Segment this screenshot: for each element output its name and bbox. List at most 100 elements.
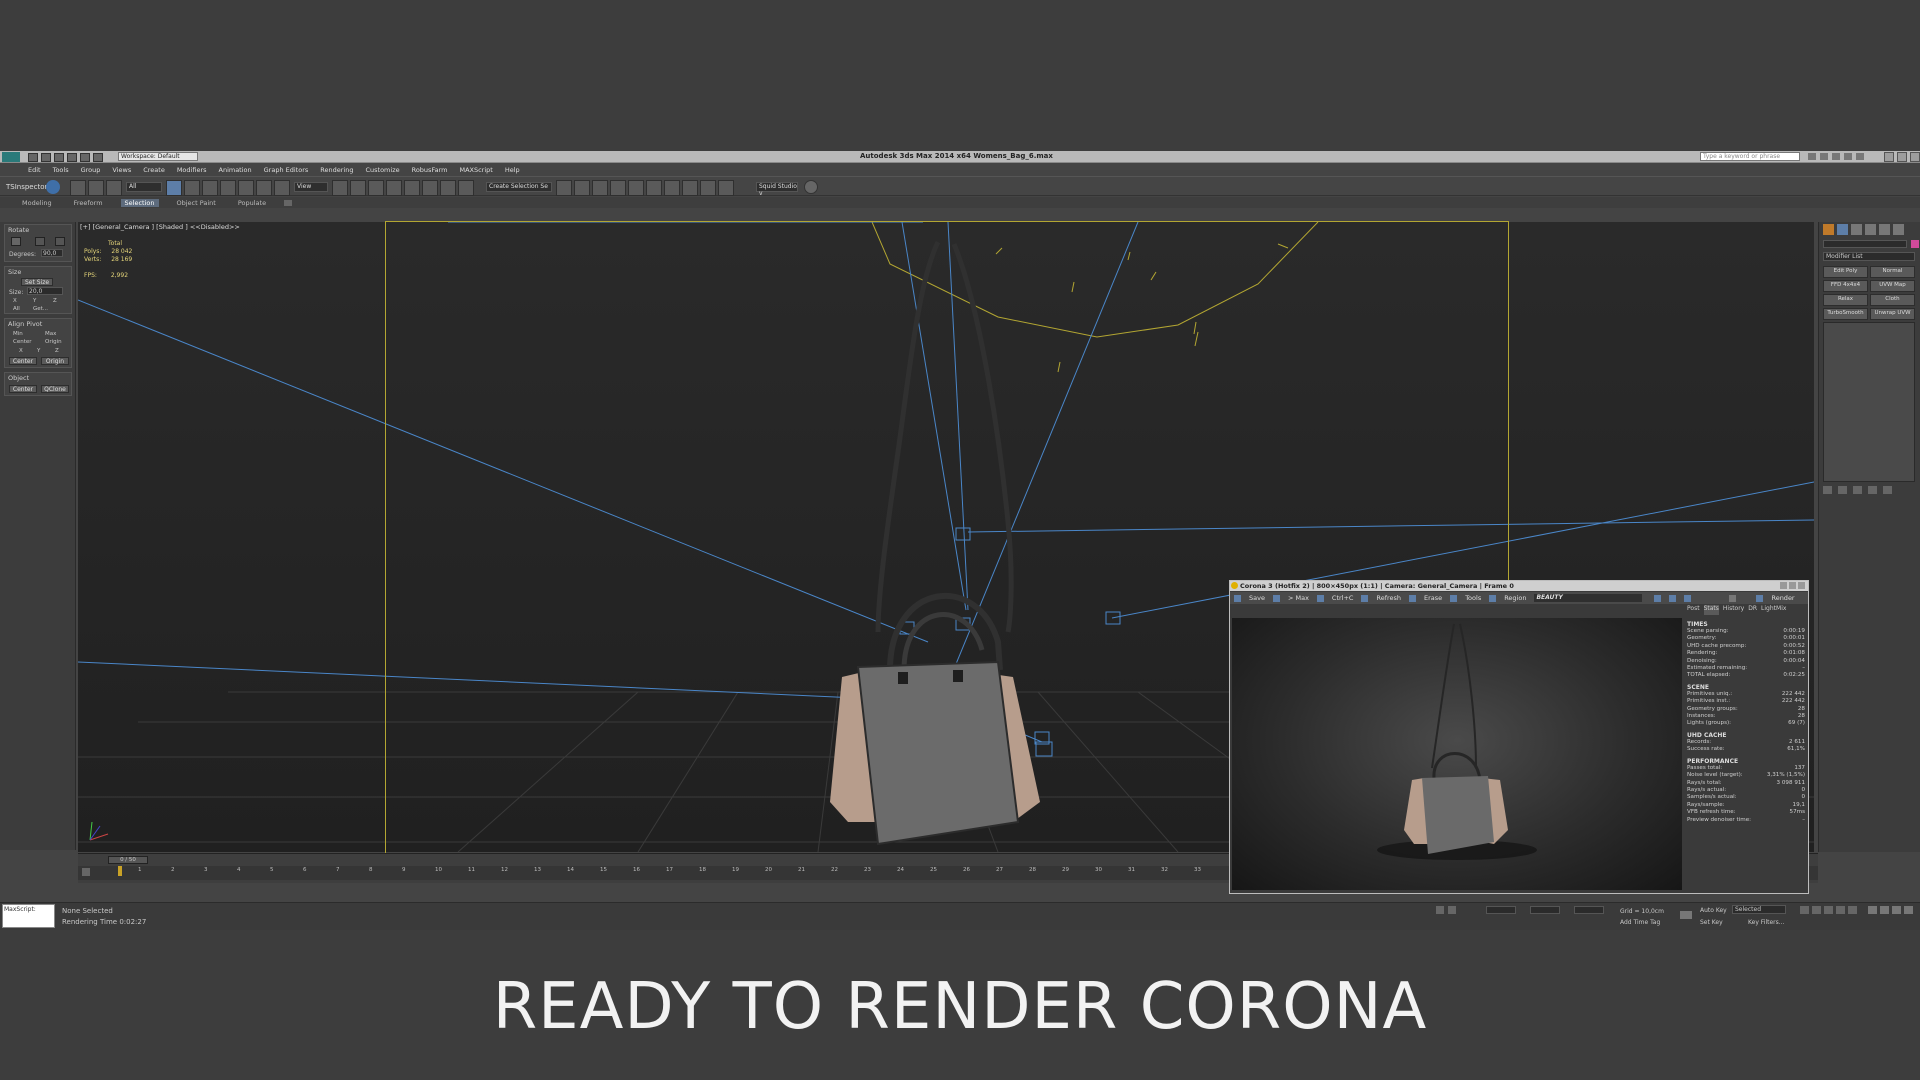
scale-icon[interactable] (274, 180, 290, 196)
pan-icon[interactable] (1892, 906, 1901, 914)
vfb-to-max-button[interactable]: > Max (1288, 594, 1309, 602)
show-end-result-icon[interactable] (1838, 486, 1847, 494)
save-icon[interactable] (54, 153, 64, 162)
maxscript-listener[interactable]: MaxScript: (2, 904, 55, 928)
menu-rendering[interactable]: Rendering (320, 166, 353, 174)
make-unique-icon[interactable] (1853, 486, 1862, 494)
menu-edit[interactable]: Edit (28, 166, 41, 174)
favorites-icon[interactable] (1844, 153, 1852, 160)
configure-modifier-sets-icon[interactable] (1883, 486, 1892, 494)
hierarchy-tab-icon[interactable] (1851, 224, 1862, 235)
zoom-in-icon[interactable] (1654, 594, 1662, 602)
rotate-reset-icon[interactable] (11, 237, 21, 246)
orbit-icon[interactable] (1880, 906, 1889, 914)
zoom-out-icon[interactable] (1669, 594, 1677, 602)
percent-snap-icon[interactable] (422, 180, 438, 196)
refresh-icon[interactable] (1361, 594, 1369, 602)
vfb-tools-button[interactable]: Tools (1465, 594, 1481, 602)
uvw-map-button[interactable]: UVW Map (1870, 280, 1915, 292)
workspace-dropdown[interactable]: Workspace: Default (118, 152, 198, 161)
auto-key-button[interactable]: Auto Key (1700, 906, 1727, 915)
render-cloud-icon[interactable] (804, 180, 818, 194)
pivot-origin-radio[interactable]: Origin (45, 338, 62, 347)
size-input[interactable]: 20,0 (27, 287, 63, 295)
unlink-icon[interactable] (88, 180, 104, 196)
mirror-icon[interactable] (556, 180, 572, 196)
rendered-frame-window-icon[interactable] (700, 180, 716, 196)
menu-create[interactable]: Create (143, 166, 165, 174)
snap-icon[interactable] (386, 180, 402, 196)
project-icon[interactable] (93, 153, 103, 162)
help-icon[interactable] (1856, 153, 1864, 160)
edit-named-selection-icon[interactable] (458, 180, 474, 196)
time-slider-thumb[interactable]: 0 / 50 (108, 856, 148, 864)
align-icon[interactable] (574, 180, 590, 196)
ffd-button[interactable]: FFD 4x4x4 (1823, 280, 1868, 292)
erase-icon[interactable] (1409, 594, 1417, 602)
menu-customize[interactable]: Customize (365, 166, 399, 174)
keyboard-shortcut-icon[interactable] (368, 180, 384, 196)
tab-post[interactable]: Post (1687, 605, 1700, 615)
tab-populate[interactable]: Populate (234, 199, 270, 207)
object-color-swatch[interactable] (1911, 240, 1919, 248)
selection-filter-dropdown[interactable]: All (126, 182, 162, 192)
pivot-center-icon[interactable] (332, 180, 348, 196)
angle-snap-icon[interactable] (404, 180, 420, 196)
undo-icon[interactable] (67, 153, 77, 162)
next-frame-icon[interactable] (1836, 906, 1845, 914)
normal-button[interactable]: Normal (1870, 266, 1915, 278)
utilities-tab-icon[interactable] (1893, 224, 1904, 235)
curve-editor-icon[interactable] (628, 180, 644, 196)
menu-group[interactable]: Group (81, 166, 101, 174)
vfb-maximize-button[interactable] (1789, 582, 1796, 589)
vfb-minimize-button[interactable] (1780, 582, 1787, 589)
pivot-axis-z[interactable]: Z (55, 347, 59, 356)
rotate-ccw-icon[interactable] (35, 237, 45, 246)
select-by-name-icon[interactable] (184, 180, 200, 196)
get-size-button[interactable]: Get... (33, 305, 48, 314)
render-production-icon[interactable] (718, 180, 734, 196)
save-icon[interactable] (1234, 594, 1241, 602)
vfb-erase-button[interactable]: Erase (1424, 594, 1442, 602)
tab-selection[interactable]: Selection (120, 198, 159, 207)
maximize-button[interactable] (1897, 152, 1907, 162)
y-coordinate-input[interactable] (1530, 906, 1560, 914)
rotate-cw-icon[interactable] (55, 237, 65, 246)
tab-history[interactable]: History (1723, 605, 1744, 615)
go-to-end-icon[interactable] (1848, 906, 1857, 914)
stop-icon[interactable] (1729, 594, 1737, 602)
schematic-view-icon[interactable] (646, 180, 662, 196)
tab-object-paint[interactable]: Object Paint (173, 199, 220, 207)
pivot-center-radio[interactable]: Center (13, 338, 32, 347)
minimize-button[interactable] (1884, 152, 1894, 162)
vfb-close-button[interactable] (1798, 582, 1805, 589)
vfb-render-button[interactable]: Render (1771, 594, 1794, 602)
fit-icon[interactable] (1684, 594, 1692, 602)
move-icon[interactable] (238, 180, 254, 196)
z-coordinate-input[interactable] (1574, 906, 1604, 914)
viewport-label[interactable]: [+] [General_Camera ] [Shaded ] <<Disabl… (80, 223, 240, 231)
degrees-input[interactable]: 90,0 (41, 249, 63, 257)
motion-tab-icon[interactable] (1865, 224, 1876, 235)
pivot-origin-button[interactable]: Origin (41, 357, 69, 365)
tools-icon[interactable] (1450, 594, 1458, 602)
redo-icon[interactable] (80, 153, 90, 162)
search-icon[interactable] (1808, 153, 1816, 160)
qclone-button[interactable]: QClone (41, 385, 69, 393)
region-icon[interactable] (1489, 594, 1497, 602)
tab-freeform[interactable]: Freeform (70, 199, 107, 207)
send-to-max-icon[interactable] (1272, 594, 1280, 602)
unwrap-uvw-button[interactable]: Unwrap UVW (1870, 308, 1915, 320)
tab-stats[interactable]: Stats (1703, 605, 1719, 615)
material-editor-icon[interactable] (664, 180, 680, 196)
communication-icon[interactable] (1832, 153, 1840, 160)
ribbon-options-icon[interactable] (284, 199, 293, 206)
graphite-toggle-icon[interactable] (610, 180, 626, 196)
tsinspector-label[interactable]: TSInspector (6, 183, 47, 192)
menu-animation[interactable]: Animation (219, 166, 252, 174)
key-filters-button[interactable]: Key Filters... (1748, 918, 1785, 927)
modifier-list-dropdown[interactable]: Modifier List (1823, 252, 1915, 261)
object-center-button[interactable]: Center (9, 385, 37, 393)
named-selection-dropdown[interactable]: Create Selection Se (486, 182, 552, 192)
vfb-refresh-button[interactable]: Refresh (1376, 594, 1401, 602)
